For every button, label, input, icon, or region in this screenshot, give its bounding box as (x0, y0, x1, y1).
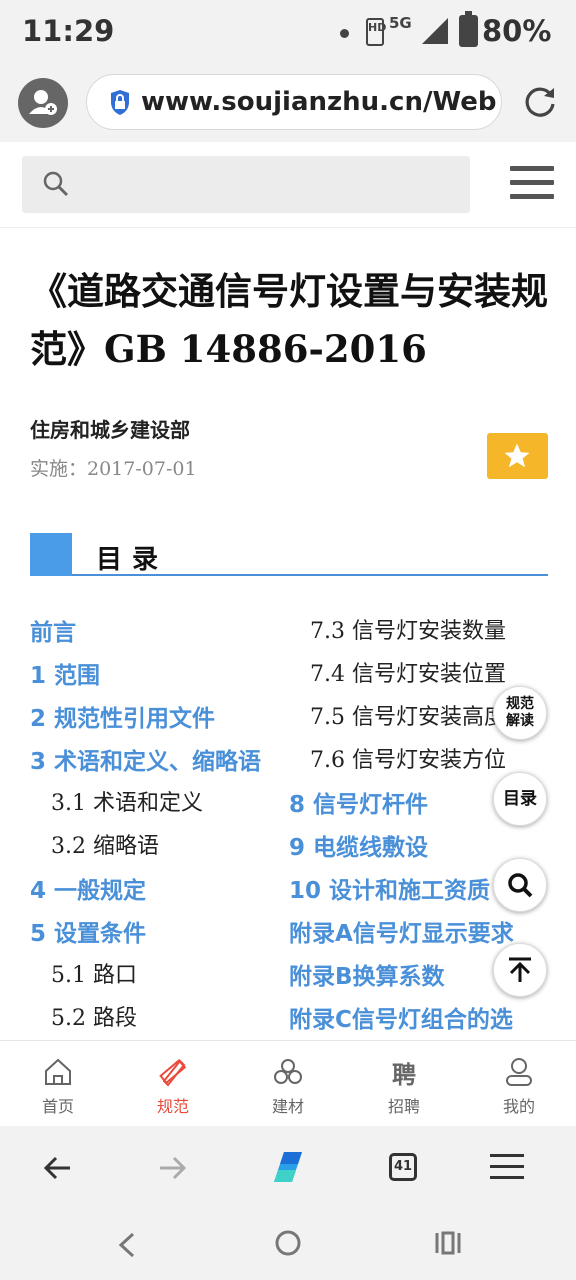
toc-item[interactable]: 7.4 信号灯安装位置 (310, 656, 506, 688)
home-icon (45, 1058, 71, 1085)
search-input[interactable] (22, 156, 470, 213)
battery-level: 80% (482, 14, 552, 48)
toc-item[interactable]: 3.2 缩略语 (51, 828, 159, 860)
toc-item[interactable]: 8 信号灯杆件 (289, 785, 428, 819)
back-arrow-icon[interactable] (36, 1146, 80, 1190)
url-bar[interactable]: www.soujianzhu.cn/Web (86, 74, 502, 130)
system-nav-bar (0, 1210, 576, 1280)
battery-icon (459, 11, 478, 47)
signal-icon (422, 18, 448, 44)
nav-item-home[interactable]: 首页 (18, 1041, 98, 1127)
forward-arrow-icon[interactable] (150, 1146, 194, 1190)
search-icon (508, 873, 533, 898)
url-text: www.soujianzhu.cn/Web (141, 87, 497, 117)
search-fab-button[interactable] (493, 858, 547, 912)
materials-icon (274, 1059, 302, 1084)
toc-heading: 目录 (96, 545, 169, 575)
toc-item[interactable]: 5.2 路段 (51, 1000, 137, 1032)
toc-header: 目录 (30, 533, 548, 576)
toc-item[interactable]: 3.1 术语和定义 (51, 785, 203, 817)
nav-label: 规范 (156, 1097, 189, 1116)
page-title: 《道路交通信号灯设置与安装规范》GB 14886-2016 (30, 269, 548, 371)
toc-item[interactable]: 5 设置条件 (30, 914, 146, 948)
toc-item[interactable]: 3 术语和定义、缩略语 (30, 742, 261, 776)
network-type: 5G (389, 14, 412, 32)
status-time: 11:29 (22, 14, 115, 48)
publisher: 住房和城乡建设部 (30, 418, 190, 442)
toc-item[interactable]: 2 规范性引用文件 (30, 699, 215, 733)
toc-item[interactable]: 附录A信号灯显示要求 (289, 914, 514, 948)
toc-item[interactable]: 7.5 信号灯安装高度 (310, 699, 498, 731)
nav-item-materials[interactable]: 建材 (248, 1041, 328, 1127)
refresh-icon[interactable] (520, 82, 560, 122)
profile-add-icon (29, 90, 57, 115)
favorite-button[interactable] (487, 433, 548, 479)
menu-hamburger-icon[interactable] (510, 166, 554, 204)
nav-label: 我的 (502, 1097, 535, 1116)
nav-label: 建材 (271, 1097, 304, 1116)
tab-count-button[interactable]: 41 (389, 1153, 417, 1181)
interpretation-label-2: 解读 (506, 713, 534, 729)
toc-button-label: 目录 (503, 789, 537, 809)
nav-item-mine[interactable]: 我的 (479, 1041, 559, 1127)
browser-address-bar: www.soujianzhu.cn/Web (0, 64, 576, 142)
toc-item[interactable]: 10 设计和施工资质 (289, 871, 490, 905)
system-recents-icon[interactable] (434, 1230, 462, 1256)
system-home-icon[interactable] (274, 1229, 302, 1257)
copilot-icon[interactable] (264, 1142, 314, 1192)
toc-item[interactable]: 前言 (30, 613, 76, 647)
user-icon (506, 1058, 532, 1086)
status-bar: 11:29 HD 5G 80% (0, 0, 576, 64)
toc-item[interactable]: 1 范围 (30, 656, 100, 690)
arrow-up-to-top-icon (509, 957, 531, 982)
notification-dot-icon (340, 29, 349, 38)
interpretation-button[interactable]: 规范 解读 (493, 686, 547, 740)
hd-sim-icon: HD (366, 18, 386, 46)
toc-item[interactable]: 5.1 路口 (51, 957, 137, 989)
recruit-glyph-icon: 聘 (392, 1061, 416, 1089)
nav-item-standards[interactable]: 规范 (133, 1041, 213, 1127)
browser-menu-icon[interactable] (490, 1154, 524, 1182)
site-header (0, 142, 576, 228)
toc-item[interactable]: 附录C信号灯组合的选 (289, 1000, 513, 1034)
ruler-pencil-icon (159, 1059, 187, 1087)
toc-item[interactable]: 附录B换算系数 (289, 957, 445, 991)
browser-toolbar: 41 (0, 1126, 576, 1210)
nav-label: 招聘 (387, 1097, 420, 1116)
search-icon (43, 171, 69, 197)
nav-label: 首页 (41, 1097, 74, 1116)
toc-item[interactable]: 9 电缆线敷设 (289, 828, 428, 862)
toc-button[interactable]: 目录 (493, 772, 547, 826)
site-bottom-nav: 首页 规范 建材 聘 招聘 我的 (0, 1040, 576, 1126)
toc-item[interactable]: 4 一般规定 (30, 871, 146, 905)
toc-item[interactable]: 7.3 信号灯安装数量 (310, 613, 506, 645)
nav-item-recruit[interactable]: 聘 招聘 (364, 1041, 444, 1127)
back-to-top-button[interactable] (493, 943, 547, 997)
toc-item[interactable]: 7.6 信号灯安装方位 (310, 742, 506, 774)
profile-button[interactable] (18, 78, 68, 128)
shield-lock-icon (111, 90, 129, 115)
system-back-icon[interactable] (115, 1230, 139, 1260)
star-icon (504, 443, 530, 468)
toc-header-marker (30, 533, 72, 576)
interpretation-label-1: 规范 (506, 696, 534, 712)
implementation-date: 实施：2017-07-01 (30, 458, 197, 480)
